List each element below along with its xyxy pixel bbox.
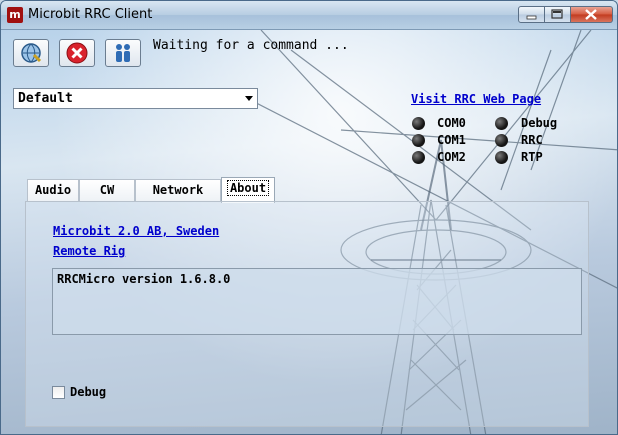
com0-indicator	[412, 117, 425, 130]
connect-button[interactable]	[13, 39, 49, 67]
globe-connect-icon	[21, 43, 42, 63]
tab-cw[interactable]: CW	[79, 179, 135, 201]
version-text: RRCMicro version 1.6.8.0	[57, 272, 231, 286]
debug-indicator	[495, 117, 508, 130]
com1-indicator	[412, 134, 425, 147]
tab-about[interactable]: About	[221, 177, 275, 203]
tab-network[interactable]: Network	[135, 179, 221, 201]
com1-label: COM1	[437, 133, 466, 147]
title-bar[interactable]: m Microbit RRC Client	[1, 1, 617, 30]
debug-indicator-label: Debug	[521, 116, 558, 130]
com2-label: COM2	[437, 150, 466, 164]
rrc-indicator	[495, 134, 508, 147]
tab-control: Audio CW Network About Microbit 2.0 AB, …	[25, 177, 589, 427]
rtp-indicator	[495, 151, 508, 164]
profile-select-value: Default	[18, 91, 73, 106]
close-icon	[585, 9, 597, 20]
com0-label: COM0	[437, 116, 466, 130]
debug-checkbox[interactable]	[52, 386, 65, 399]
stop-x-icon	[66, 42, 88, 64]
chevron-down-icon	[245, 96, 253, 101]
users-icon	[116, 44, 130, 62]
close-button[interactable]	[571, 6, 613, 23]
minimize-button[interactable]	[518, 6, 545, 23]
version-textbox[interactable]: RRCMicro version 1.6.8.0	[52, 268, 582, 335]
window-title: Microbit RRC Client	[28, 7, 153, 22]
rrc-label: RRC	[521, 133, 543, 147]
status-text: Waiting for a command ...	[153, 38, 349, 53]
remote-rig-link[interactable]: Remote Rig	[53, 244, 125, 258]
company-link[interactable]: Microbit 2.0 AB, Sweden	[53, 224, 219, 238]
maximize-button[interactable]	[545, 6, 571, 23]
maximize-icon	[551, 9, 563, 19]
tab-audio[interactable]: Audio	[27, 179, 79, 201]
rtp-label: RTP	[521, 150, 543, 164]
tab-about-label: About	[226, 180, 270, 196]
profile-select[interactable]: Default	[13, 88, 258, 109]
about-panel: Microbit 2.0 AB, Sweden Remote Rig RRCMi…	[25, 201, 589, 427]
minimize-icon	[526, 15, 537, 20]
debug-checkbox-label[interactable]: Debug	[70, 385, 106, 399]
disconnect-button[interactable]	[59, 39, 95, 67]
app-window: m Microbit RRC Client Waiting for a comm…	[0, 0, 618, 435]
com2-indicator	[412, 151, 425, 164]
web-page-link[interactable]: Visit RRC Web Page	[411, 92, 541, 106]
users-button[interactable]	[105, 39, 141, 67]
app-icon: m	[7, 7, 23, 23]
